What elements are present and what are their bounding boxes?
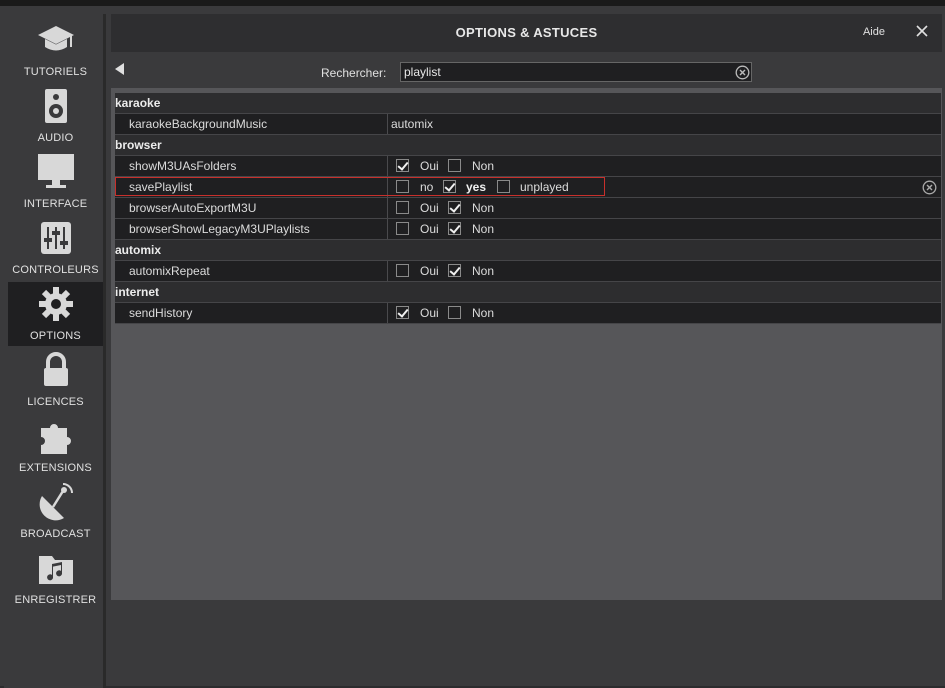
- setting-row-karaokeBackgroundMusic: karaokeBackgroundMusic automix: [115, 114, 941, 135]
- checkbox-non[interactable]: [448, 264, 461, 277]
- title-bar: OPTIONS & ASTUCES Aide: [111, 14, 942, 52]
- category-header: automix: [115, 240, 941, 261]
- option-label: no: [420, 180, 434, 194]
- setting-name: showM3UAsFolders: [129, 159, 237, 173]
- search-input[interactable]: [400, 62, 752, 82]
- sidebar-item-extensions[interactable]: EXTENSIONS: [8, 414, 103, 478]
- monitor-icon: [36, 152, 76, 192]
- option-label: Non: [472, 159, 495, 173]
- setting-name: browserAutoExportM3U: [129, 201, 257, 215]
- sidebar: TUTORIELS AUDIO INTERFACE CONTROLEURS OP…: [4, 14, 105, 688]
- close-button[interactable]: [912, 21, 932, 41]
- option-label: Oui: [420, 222, 439, 236]
- option-label: Non: [472, 222, 495, 236]
- sidebar-item-label: EXTENSIONS: [19, 462, 92, 474]
- speaker-icon: [36, 86, 76, 126]
- sidebar-item-enregistrer[interactable]: ENREGISTRER: [8, 546, 103, 610]
- sidebar-item-label: OPTIONS: [30, 330, 81, 342]
- option-label: Non: [472, 264, 495, 278]
- option-label: Oui: [420, 264, 439, 278]
- sidebar-item-tutoriels[interactable]: TUTORIELS: [8, 18, 103, 82]
- close-icon: [916, 25, 928, 37]
- search-bar: Rechercher:: [111, 52, 942, 88]
- setting-value[interactable]: automix: [391, 114, 433, 134]
- back-arrow-icon[interactable]: [115, 63, 124, 75]
- checkbox-oui[interactable]: [396, 306, 409, 319]
- setting-row-savePlaylist: savePlaylist no yes unplayed: [115, 177, 941, 198]
- options-panel: OPTIONS & ASTUCES Aide Rechercher: karao…: [111, 14, 942, 600]
- settings-table: karaoke karaokeBackgroundMusic automix b…: [115, 93, 941, 324]
- sidebar-item-options[interactable]: OPTIONS: [8, 282, 103, 346]
- checkbox-non[interactable]: [448, 222, 461, 235]
- satellite-dish-icon: [36, 482, 76, 522]
- checkbox-oui[interactable]: [396, 264, 409, 277]
- checkbox-oui[interactable]: [396, 222, 409, 235]
- category-header: browser: [115, 135, 941, 156]
- setting-name: browserShowLegacyM3UPlaylists: [129, 222, 310, 236]
- option-label: Oui: [420, 306, 439, 320]
- setting-row-browserShowLegacyM3UPlaylists: browserShowLegacyM3UPlaylists Oui Non: [115, 219, 941, 240]
- setting-row-sendHistory: sendHistory Oui Non: [115, 303, 941, 324]
- option-label: yes: [466, 180, 487, 194]
- checkbox-oui[interactable]: [396, 159, 409, 172]
- sidebar-item-broadcast[interactable]: BROADCAST: [8, 480, 103, 544]
- sidebar-item-licences[interactable]: LICENCES: [8, 348, 103, 412]
- checkbox-oui[interactable]: [396, 201, 409, 214]
- setting-row-showM3UAsFolders: showM3UAsFolders Oui Non: [115, 156, 941, 177]
- option-label: Non: [472, 306, 495, 320]
- sidebar-item-audio[interactable]: AUDIO: [8, 84, 103, 148]
- page-title: OPTIONS & ASTUCES: [455, 25, 598, 40]
- option-label: Oui: [420, 201, 439, 215]
- setting-name: karaokeBackgroundMusic: [129, 117, 268, 131]
- option-label: Non: [472, 201, 495, 215]
- checkbox-no[interactable]: [396, 180, 409, 193]
- option-label: Oui: [420, 159, 439, 173]
- sidebar-item-controleurs[interactable]: CONTROLEURS: [8, 216, 103, 280]
- sidebar-item-interface[interactable]: INTERFACE: [8, 150, 103, 214]
- checkbox-non[interactable]: [448, 201, 461, 214]
- app-window: TUTORIELS AUDIO INTERFACE CONTROLEURS OP…: [0, 6, 945, 688]
- puzzle-icon: [36, 416, 76, 456]
- setting-name: automixRepeat: [129, 264, 210, 278]
- checkbox-yes[interactable]: [443, 180, 456, 193]
- music-folder-icon: [36, 548, 76, 588]
- graduation-cap-icon: [36, 20, 76, 60]
- sidebar-divider: [103, 14, 106, 688]
- category-header: karaoke: [115, 93, 941, 114]
- setting-row-browserAutoExportM3U: browserAutoExportM3U Oui Non: [115, 198, 941, 219]
- setting-name: sendHistory: [129, 306, 193, 320]
- sidebar-item-label: AUDIO: [37, 132, 74, 144]
- help-button[interactable]: Aide: [863, 26, 885, 38]
- sidebar-item-label: INTERFACE: [23, 198, 88, 210]
- sidebar-item-label: BROADCAST: [20, 528, 91, 540]
- checkbox-non[interactable]: [448, 159, 461, 172]
- lock-icon: [36, 350, 76, 390]
- sliders-icon: [36, 218, 76, 258]
- checkbox-unplayed[interactable]: [497, 180, 510, 193]
- checkbox-non[interactable]: [448, 306, 461, 319]
- sidebar-item-label: ENREGISTRER: [14, 594, 97, 606]
- sidebar-item-label: LICENCES: [27, 396, 84, 408]
- setting-row-automixRepeat: automixRepeat Oui Non: [115, 261, 941, 282]
- clear-search-icon[interactable]: [735, 65, 750, 80]
- setting-name: savePlaylist: [129, 180, 193, 194]
- sidebar-item-label: TUTORIELS: [23, 66, 88, 78]
- category-header: internet: [115, 282, 941, 303]
- reset-setting-icon[interactable]: [922, 180, 937, 195]
- search-label: Rechercher:: [321, 66, 387, 80]
- option-label: unplayed: [520, 180, 569, 194]
- sidebar-item-label: CONTROLEURS: [12, 264, 99, 276]
- gear-icon: [36, 284, 76, 324]
